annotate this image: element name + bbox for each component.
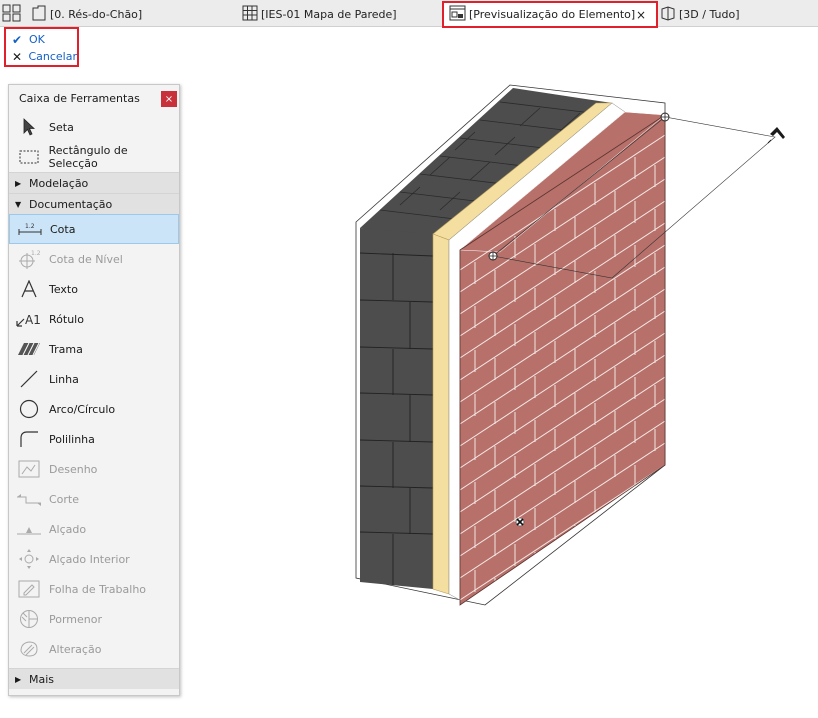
circle-icon [9, 399, 49, 419]
tool-label: Trama [49, 342, 83, 356]
tab-label: [3D / Tudo] [679, 7, 740, 21]
tool-label: Cota de Nível [49, 252, 123, 266]
tool-label: Arco/Círculo [49, 402, 116, 416]
tool-label: Alçado [49, 522, 87, 536]
tab-label: [Previsualização do Elemento] [469, 8, 636, 21]
tab-label: [0. Rés-do-Chão] [50, 7, 143, 21]
cross-icon: ✕ [12, 49, 23, 64]
marquee-icon [9, 150, 49, 164]
label-icon: A1 [9, 311, 49, 327]
tool-label: Pormenor [49, 612, 103, 626]
close-toolbox-button[interactable]: × [161, 91, 177, 107]
schedule-grid-icon [242, 5, 258, 24]
tool-label: Folha de Trabalho [49, 582, 147, 596]
tool-interior-elevation[interactable]: Alçado Interior [9, 544, 179, 574]
svg-text:1.2: 1.2 [25, 223, 35, 230]
cancel-button[interactable]: ✕ Cancelar [12, 48, 77, 65]
element-preview-icon [449, 5, 466, 24]
tab-bar: [0. Rés-do-Chão] [IES-01 Mapa de Parede]… [0, 0, 818, 28]
tool-label: Linha [49, 372, 79, 386]
tool-section[interactable]: Corte [9, 484, 179, 514]
tool-dimension[interactable]: 1.2 Cota [9, 214, 179, 244]
wall-3d-preview [355, 84, 785, 606]
tool-marquee[interactable]: Rectângulo de Selecção [9, 142, 179, 172]
block-front-face [360, 228, 433, 589]
tool-label: Texto [49, 282, 78, 296]
tool-label: Seta [49, 120, 74, 134]
elevation-icon [9, 522, 49, 536]
insulation-front [432, 233, 450, 595]
svg-text:1.2: 1.2 [31, 250, 40, 257]
tab-label: [IES-01 Mapa de Parede] [261, 7, 397, 21]
node-marker-icon [515, 517, 525, 527]
tool-line[interactable]: Linha [9, 364, 179, 394]
change-icon [9, 639, 49, 659]
3d-view-icon [660, 5, 676, 24]
ok-label: OK [29, 33, 45, 46]
tool-label: Rótulo [49, 312, 84, 326]
section-modeling[interactable]: ▶ Modelação [9, 172, 179, 193]
tool-fill[interactable]: Trama [9, 334, 179, 364]
tool-drawing[interactable]: Desenho [9, 454, 179, 484]
section-label: Modelação [29, 176, 89, 190]
ok-button[interactable]: ✔ OK [12, 31, 77, 48]
tool-text[interactable]: Texto [9, 274, 179, 304]
hammer-cursor-icon [767, 127, 785, 144]
tool-detail[interactable]: Pormenor [9, 604, 179, 634]
interior-elevation-icon [9, 548, 49, 570]
tool-label: Cota [50, 222, 76, 236]
section-label: Documentação [29, 197, 113, 211]
close-tab-icon[interactable]: × [636, 8, 646, 22]
tool-arc-circle[interactable]: Arco/Círculo [9, 394, 179, 424]
dimension-icon: 1.2 [10, 222, 50, 236]
tab-schedule[interactable]: [IES-01 Mapa de Parede] [242, 2, 397, 26]
section-icon [9, 492, 49, 506]
section-label: Mais [29, 672, 55, 686]
tool-label: Desenho [49, 462, 98, 476]
element-preview-canvas[interactable] [180, 27, 818, 715]
tab-3d[interactable]: [3D / Tudo] [660, 2, 739, 26]
section-documentation[interactable]: ▼ Documentação [9, 193, 179, 214]
cancel-label: Cancelar [28, 50, 77, 63]
floor-plan-icon [31, 5, 47, 24]
tool-worksheet[interactable]: Folha de Trabalho [9, 574, 179, 604]
chevron-right-icon: ▶ [15, 674, 22, 684]
text-a-icon [9, 280, 49, 298]
toolbox-title: Caixa de Ferramentas [19, 92, 140, 105]
svg-text:A1: A1 [25, 313, 41, 327]
worksheet-icon [9, 580, 49, 598]
arrow-cursor-icon [9, 118, 49, 136]
tool-label: Alçado Interior [49, 552, 130, 566]
tool-label: Corte [49, 492, 80, 506]
tool-change[interactable]: Alteração [9, 634, 179, 664]
tool-label-tool[interactable]: A1 Rótulo [9, 304, 179, 334]
tool-elevation[interactable]: Alçado [9, 514, 179, 544]
confirm-panel: ✔ OK ✕ Cancelar [4, 27, 79, 67]
drawing-icon [9, 460, 49, 478]
detail-icon [9, 609, 49, 629]
tool-label: Alteração [49, 642, 102, 656]
section-more[interactable]: ▶ Mais [9, 668, 179, 689]
tool-polyline[interactable]: Polilinha [9, 424, 179, 454]
tab-floor-plan[interactable]: [0. Rés-do-Chão] [31, 2, 142, 26]
toolbox-palette: Caixa de Ferramentas × Seta Rectângulo d… [8, 84, 180, 696]
chevron-right-icon: ▶ [15, 178, 22, 188]
tool-level-dimension[interactable]: 1.2 Cota de Nível [9, 244, 179, 274]
level-dimension-icon: 1.2 [9, 249, 49, 269]
chevron-down-icon: ▼ [15, 199, 22, 209]
polyline-icon [9, 430, 49, 448]
hatch-fill-icon [9, 342, 49, 356]
tab-element-preview[interactable]: [Previsualização do Elemento] × [442, 1, 658, 28]
line-icon [9, 370, 49, 388]
tool-label: Polilinha [49, 432, 95, 446]
checkmark-icon: ✔ [12, 32, 23, 47]
view-layout-button[interactable] [2, 3, 24, 23]
grid-layout-icon [2, 4, 21, 22]
tool-label: Rectângulo de Selecção [48, 144, 128, 170]
tool-arrow[interactable]: Seta [9, 112, 179, 142]
